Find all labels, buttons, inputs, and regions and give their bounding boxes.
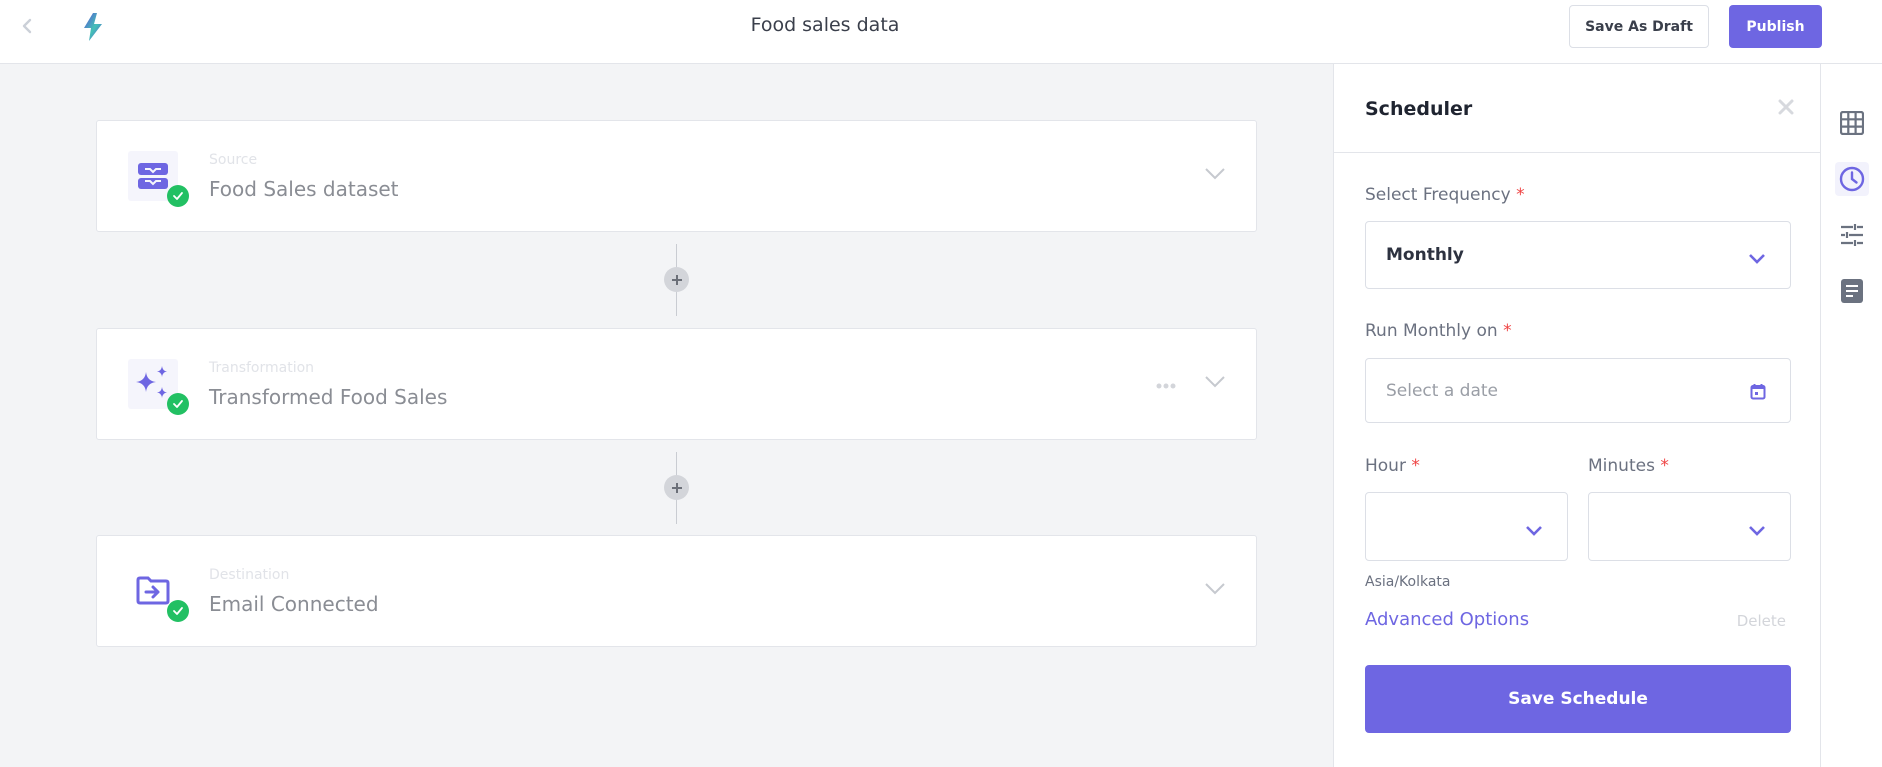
chevron-down-icon xyxy=(1205,168,1225,180)
status-complete-badge xyxy=(167,185,189,207)
date-picker-button[interactable] xyxy=(1750,383,1766,404)
minutes-label: Minutes * xyxy=(1588,456,1669,476)
frequency-label-text: Select Frequency xyxy=(1365,185,1511,205)
sparkles-icon xyxy=(136,366,167,398)
chevron-down-icon xyxy=(1205,583,1225,595)
checkmark-icon xyxy=(173,607,183,615)
required-mark: * xyxy=(1516,185,1525,205)
add-step-button[interactable] xyxy=(664,267,689,292)
close-button[interactable] xyxy=(1778,96,1794,121)
expand-button[interactable] xyxy=(1204,166,1226,180)
hour-label: Hour * xyxy=(1365,456,1420,476)
required-mark: * xyxy=(1503,321,1512,341)
folder-arrow-icon xyxy=(136,576,170,605)
chevron-down-icon xyxy=(1205,376,1225,388)
step-name: Transformed Food Sales xyxy=(209,385,448,409)
frequency-value: Monthly xyxy=(1386,245,1464,265)
chevron-down-icon xyxy=(1749,254,1765,264)
right-toolbar xyxy=(1820,64,1882,767)
required-mark: * xyxy=(1660,456,1669,476)
date-input[interactable]: Select a date xyxy=(1365,358,1791,423)
scheduler-panel: Scheduler Select Frequency * Monthly Run… xyxy=(1333,64,1820,767)
chevron-down-icon xyxy=(1526,526,1542,536)
checkmark-icon xyxy=(173,192,183,200)
panel-header: Scheduler xyxy=(1334,64,1820,153)
inbox-tray-icon xyxy=(138,163,168,189)
more-options-button[interactable] xyxy=(1156,377,1176,393)
run-on-label: Run Monthly on * xyxy=(1365,321,1512,341)
add-step-button[interactable] xyxy=(664,475,689,500)
step-name: Email Connected xyxy=(209,592,379,616)
date-placeholder: Select a date xyxy=(1386,381,1499,401)
plus-icon xyxy=(671,482,682,493)
close-icon xyxy=(1778,99,1794,115)
rail-button-notes[interactable] xyxy=(1835,274,1869,308)
frequency-select[interactable]: Monthly xyxy=(1365,221,1791,289)
rail-button-scheduler[interactable] xyxy=(1835,162,1869,196)
expand-button[interactable] xyxy=(1204,581,1226,595)
plus-icon xyxy=(671,274,682,285)
dropdown-toggle[interactable] xyxy=(1748,250,1766,264)
step-kind-label: Transformation xyxy=(209,360,315,376)
minutes-label-text: Minutes xyxy=(1588,456,1655,476)
minutes-select[interactable] xyxy=(1588,492,1791,561)
panel-title: Scheduler xyxy=(1365,98,1473,120)
dropdown-toggle[interactable] xyxy=(1748,522,1766,536)
rail-button-settings[interactable] xyxy=(1835,218,1869,252)
table-grid-icon xyxy=(1840,111,1864,135)
run-on-label-text: Run Monthly on xyxy=(1365,321,1498,341)
document-icon xyxy=(1841,279,1863,303)
ellipsis-icon xyxy=(1156,383,1176,389)
hour-select[interactable] xyxy=(1365,492,1568,561)
save-as-draft-button[interactable]: Save As Draft xyxy=(1569,5,1709,48)
timezone-label: Asia/Kolkata xyxy=(1365,574,1451,590)
advanced-options-link[interactable]: Advanced Options xyxy=(1365,609,1529,630)
page-title: Food sales data xyxy=(750,14,900,36)
status-complete-badge xyxy=(167,600,189,622)
step-kind-label: Destination xyxy=(209,567,290,583)
step-kind-label: Source xyxy=(209,152,258,168)
dropdown-toggle[interactable] xyxy=(1525,522,1543,536)
clock-icon xyxy=(1839,166,1865,192)
calendar-icon xyxy=(1750,384,1766,400)
chevron-down-icon xyxy=(1749,526,1765,536)
save-schedule-button[interactable]: Save Schedule xyxy=(1365,665,1791,733)
required-mark: * xyxy=(1411,456,1420,476)
status-complete-badge xyxy=(167,393,189,415)
publish-button[interactable]: Publish xyxy=(1729,5,1822,48)
frequency-label: Select Frequency * xyxy=(1365,185,1525,205)
step-name: Food Sales dataset xyxy=(209,177,399,201)
expand-button[interactable] xyxy=(1204,374,1226,388)
pipeline-step-destination[interactable]: Destination Email Connected xyxy=(96,535,1257,647)
pipeline-step-source[interactable]: Source Food Sales dataset xyxy=(96,120,1257,232)
delete-button[interactable]: Delete xyxy=(1737,612,1786,630)
sliders-icon xyxy=(1841,224,1863,246)
checkmark-icon xyxy=(173,400,183,408)
pipeline-step-transformation[interactable]: Transformation Transformed Food Sales xyxy=(96,328,1257,440)
top-bar: Food sales data Save As Draft Publish xyxy=(0,0,1882,64)
hour-label-text: Hour xyxy=(1365,456,1406,476)
rail-button-table[interactable] xyxy=(1835,106,1869,140)
